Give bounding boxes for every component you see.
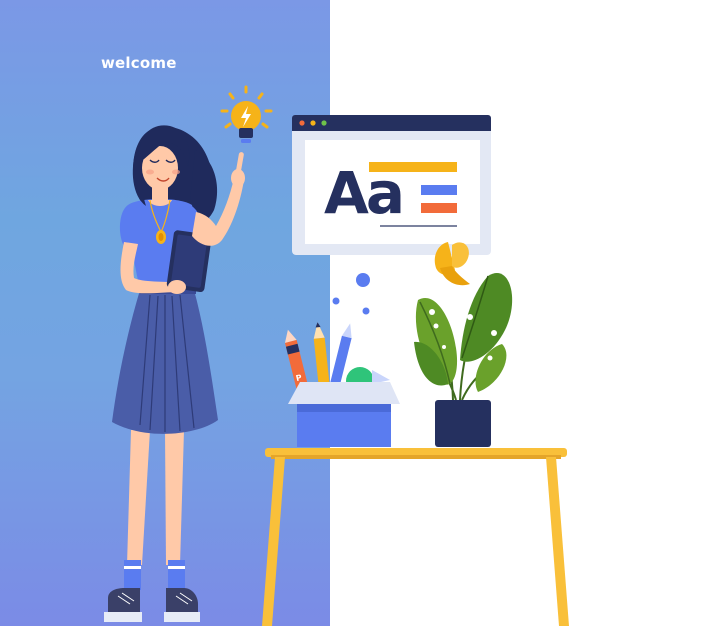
underline [380, 225, 457, 227]
orange-bar [421, 203, 457, 213]
plant-pot [435, 400, 491, 447]
butterfly-icon [434, 242, 470, 286]
supply-box: P [284, 322, 400, 447]
blue-bar [421, 185, 457, 195]
yellow-bar [369, 162, 457, 172]
scene-illustration: Aa P [104, 85, 569, 626]
woman-figure [104, 125, 245, 622]
table [262, 448, 569, 626]
floating-dot [356, 273, 370, 287]
plant [414, 273, 513, 447]
floating-dot [362, 307, 370, 315]
window-dots-icon [299, 120, 327, 126]
illustration-stage: welcome Aa P [0, 0, 726, 626]
floating-dot [332, 297, 340, 305]
typography-card: Aa [292, 115, 491, 255]
lightbulb-icon [220, 85, 273, 143]
